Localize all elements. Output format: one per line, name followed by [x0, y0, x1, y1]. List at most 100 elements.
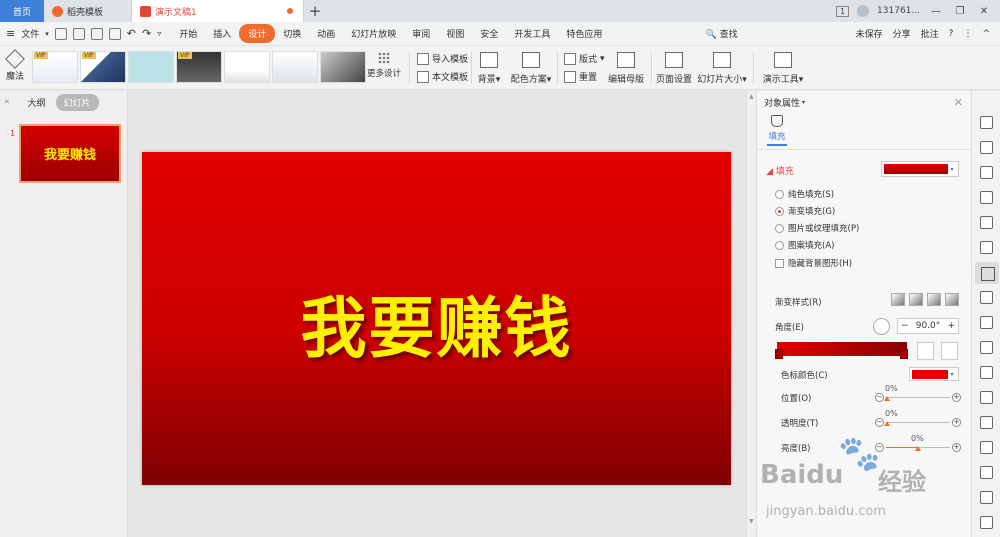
tab-menu-10[interactable]: 特色应用 [558, 24, 610, 43]
add-stop-button[interactable] [917, 342, 934, 360]
minimize-button[interactable]: — [928, 6, 944, 17]
stop-color-dropdown[interactable]: ▾ [909, 367, 959, 381]
avatar[interactable] [857, 5, 870, 17]
template-thumb[interactable]: VIP [80, 51, 126, 83]
history-icon[interactable] [980, 441, 993, 454]
tab-menu-5[interactable]: 幻灯片放映 [343, 24, 404, 43]
comment-button[interactable]: 批注 [921, 27, 939, 40]
gradient-stop-handle[interactable] [900, 349, 908, 359]
plus-icon[interactable]: + [952, 393, 961, 402]
background-button[interactable]: 背景▾ [477, 52, 501, 85]
tab-menu-3[interactable]: 切换 [275, 24, 309, 43]
unsaved-button[interactable]: 未保存 [856, 27, 883, 40]
slide-title-text[interactable]: 我要赚钱 [301, 275, 573, 371]
print-icon[interactable] [90, 27, 103, 40]
hamburger-icon[interactable]: ≡ [6, 27, 15, 40]
gradient-path-icon[interactable] [945, 293, 959, 306]
copy-icon[interactable] [980, 141, 993, 154]
help-icon[interactable] [980, 466, 993, 479]
radio-pattern-fill[interactable]: 图案填充(A) [775, 239, 834, 251]
gradient-bar[interactable] [777, 342, 907, 356]
increment-button[interactable]: + [947, 321, 955, 331]
save-icon[interactable] [54, 27, 67, 40]
radio-picture-fill[interactable]: 图片或纹理填充(P) [775, 222, 859, 234]
tab-outline[interactable]: 大纲 [28, 96, 46, 109]
color-scheme-button[interactable]: 配色方案▾ [509, 52, 553, 85]
angle-value[interactable]: 90.0° [916, 321, 941, 331]
preview-icon[interactable] [108, 27, 121, 40]
security-icon[interactable] [980, 416, 993, 429]
fill-icon[interactable] [980, 191, 993, 204]
tab-menu-9[interactable]: 开发工具 [506, 24, 558, 43]
decrement-button[interactable]: − [901, 321, 909, 331]
scroll-down-icon[interactable]: ▼ [749, 518, 754, 525]
plus-icon[interactable]: + [952, 418, 961, 427]
position-slider[interactable]: − 0% + [875, 384, 961, 405]
chevron-down-icon[interactable]: ▾ [802, 99, 805, 106]
slide-thumbnail[interactable]: 我要赚钱 [19, 124, 121, 183]
import-template-button[interactable]: 导入模板 [417, 52, 468, 65]
angle-stepper[interactable]: − 90.0° + [897, 318, 959, 334]
gradient-radial-icon[interactable] [909, 293, 923, 306]
star-icon[interactable] [980, 116, 993, 129]
share-button[interactable]: 分享 [893, 27, 911, 40]
current-slide[interactable]: 我要赚钱 [142, 152, 731, 485]
sound-icon[interactable] [980, 391, 993, 404]
close-window-button[interactable]: ✕ [976, 6, 992, 17]
fill-section-header[interactable]: ◢ 填充 [766, 164, 794, 177]
minus-icon[interactable]: − [875, 393, 884, 402]
body-template-button[interactable]: 本文模板 [417, 70, 468, 83]
search-button[interactable]: 🔍 查找 [706, 27, 738, 40]
tab-menu-2[interactable]: 设计 [239, 24, 276, 43]
box-icon[interactable] [980, 341, 993, 354]
format-icon[interactable] [980, 216, 993, 229]
collapse-panel-button[interactable]: « [4, 97, 10, 107]
magic-button[interactable]: 魔法 [4, 49, 26, 86]
customize-icon[interactable]: ▿ [157, 29, 161, 38]
tab-document[interactable]: 演示文稿1 [132, 0, 304, 22]
layout-button[interactable]: 版式 ▾ [564, 52, 605, 65]
slider-track[interactable] [886, 422, 950, 423]
transparency-slider[interactable]: − 0% + [875, 409, 961, 430]
help-button[interactable]: ? [949, 29, 954, 39]
scroll-up-icon[interactable]: ▲ [749, 93, 754, 100]
slide-size-button[interactable]: 幻灯片大小▾ [697, 52, 747, 85]
more-design-button[interactable]: 更多设计 [364, 52, 404, 79]
edit-master-button[interactable]: 编辑母版 [607, 52, 645, 85]
export-icon[interactable] [72, 27, 85, 40]
panel-title[interactable]: 对象属性 [764, 96, 800, 109]
collapse-ribbon-button[interactable]: ^ [982, 29, 990, 39]
more-button[interactable]: ⋮ [963, 29, 972, 39]
remove-stop-button[interactable] [941, 342, 958, 360]
canvas-scrollbar[interactable]: ▲ ▼ [746, 91, 756, 537]
reset-button[interactable]: 重置 [564, 70, 597, 83]
shapes-icon[interactable] [980, 166, 993, 179]
tab-menu-6[interactable]: 审阅 [404, 24, 438, 43]
crop-icon[interactable] [980, 316, 993, 329]
tab-fill[interactable]: 填充 [767, 115, 787, 146]
location-icon[interactable] [980, 516, 993, 529]
new-tab-button[interactable]: + [304, 0, 326, 22]
tab-menu-7[interactable]: 视图 [438, 24, 472, 43]
presentation-tools-button[interactable]: 演示工具▾ [760, 52, 806, 85]
minus-icon[interactable]: − [875, 418, 884, 427]
user-name[interactable]: 131761... [877, 6, 920, 16]
slider-track[interactable] [886, 397, 950, 398]
gradient-linear-icon[interactable] [891, 293, 905, 306]
slider-thumb[interactable] [884, 421, 890, 426]
template-thumb[interactable] [128, 51, 174, 83]
fill-color-dropdown[interactable]: ▾ [881, 161, 959, 177]
angle-dial-icon[interactable] [873, 318, 890, 335]
template-thumb[interactable]: VIP [176, 51, 222, 83]
picture-icon[interactable] [980, 291, 993, 304]
undo-icon[interactable]: ↶ [127, 27, 136, 40]
tab-docer[interactable]: 稻壳模板 [44, 0, 132, 22]
radio-solid-fill[interactable]: 纯色填充(S) [775, 188, 834, 200]
tab-home[interactable]: 首页 [0, 0, 44, 22]
tab-slides[interactable]: 幻灯片 [55, 93, 99, 111]
redo-icon[interactable]: ↷ [142, 27, 151, 40]
template-thumb[interactable] [320, 51, 366, 83]
tab-menu-8[interactable]: 安全 [472, 24, 506, 43]
tab-menu-4[interactable]: 动画 [309, 24, 343, 43]
template-thumb[interactable]: VIP [32, 51, 78, 83]
